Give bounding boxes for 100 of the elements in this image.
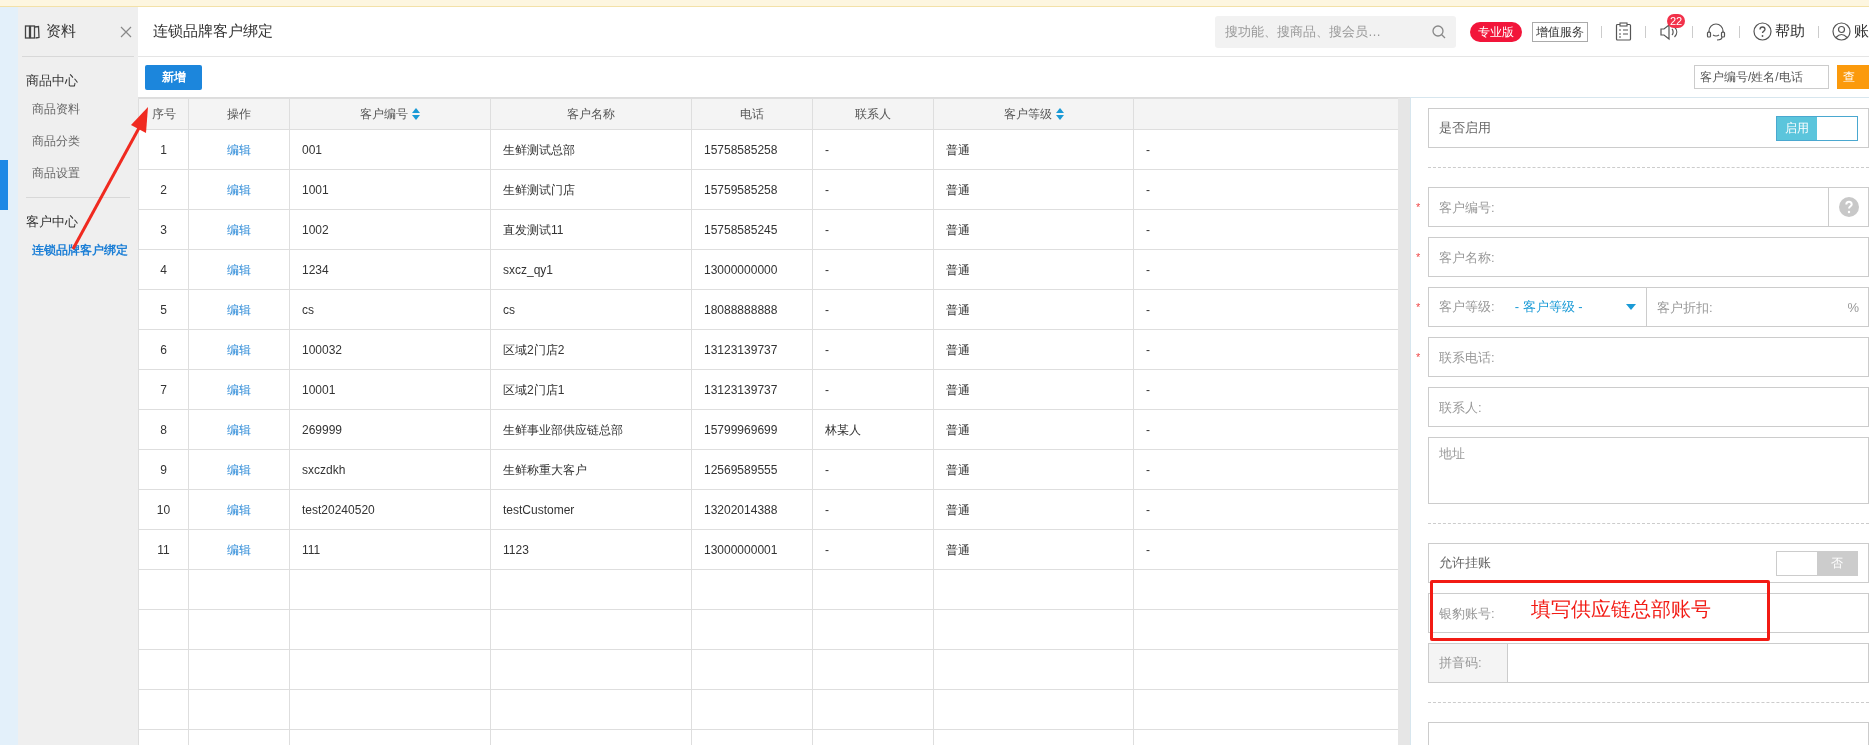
- edit-link[interactable]: 编辑: [227, 542, 251, 557]
- table-cell: 区域2门店1: [490, 369, 692, 410]
- table-cell: -: [812, 169, 934, 210]
- table-cell: 6: [138, 329, 189, 370]
- table-cell: 10: [138, 489, 189, 530]
- table-cell: -: [812, 209, 934, 250]
- edit-link[interactable]: 编辑: [227, 462, 251, 477]
- table-cell: 10001: [289, 369, 491, 410]
- group-title: 客户中心: [26, 213, 78, 232]
- select-field[interactable]: 客户等级: - 客户等级 -: [1428, 287, 1647, 327]
- textarea-field[interactable]: 地址: [1428, 437, 1869, 504]
- headset-icon: [1706, 22, 1726, 41]
- column-label: 电话: [740, 106, 764, 123]
- query-field[interactable]: 客户编号/姓名/电话: [1694, 65, 1829, 89]
- required-mark: *: [1416, 200, 1421, 215]
- annotation-text: 填写供应链总部账号: [1531, 597, 1711, 622]
- table-cell: 13123139737: [691, 369, 813, 410]
- sidebar-item[interactable]: 商品资料: [32, 93, 80, 125]
- table-cell: 直发测试11: [490, 209, 692, 250]
- table-cell: 4: [138, 249, 189, 290]
- edit-link[interactable]: 编辑: [227, 302, 251, 317]
- edit-link[interactable]: 编辑: [227, 502, 251, 517]
- table-cell: 269999: [289, 409, 491, 450]
- clipboard-icon: [1615, 22, 1632, 41]
- edit-link[interactable]: 编辑: [227, 182, 251, 197]
- required-mark: *: [1416, 300, 1421, 315]
- table-cell: 普通: [933, 449, 1134, 490]
- add-button[interactable]: 新增: [145, 64, 202, 90]
- table-cell: 1002: [289, 209, 491, 250]
- table-cell: -: [812, 289, 934, 330]
- dropdown-icon: [1626, 304, 1636, 310]
- column-label: 客户名称: [567, 106, 615, 123]
- table-cell: 15758585245: [691, 209, 813, 250]
- table-cell: 100032: [289, 329, 491, 370]
- table-cell: 普通: [933, 169, 1134, 210]
- sidebar-item[interactable]: 商品分类: [32, 125, 80, 157]
- table-cell: 9: [138, 449, 189, 490]
- edition-badge: 专业版: [1470, 21, 1522, 42]
- table-cell: 12569589555: [691, 449, 813, 490]
- sort-icon: [412, 108, 420, 120]
- edit-link[interactable]: 编辑: [227, 262, 251, 277]
- active-indicator: [0, 160, 8, 210]
- field-label: 拼音码:: [1428, 643, 1508, 683]
- table-cell: 区域2门店2: [490, 329, 692, 370]
- column-label: 客户等级: [1003, 106, 1052, 123]
- select-value: - 客户等级 -: [1514, 298, 1584, 317]
- account-link[interactable]: 账: [1832, 20, 1869, 43]
- table-cell: 15758585258: [691, 129, 813, 170]
- scrollbar[interactable]: [1398, 98, 1410, 745]
- edit-link[interactable]: 编辑: [227, 142, 251, 157]
- input-field[interactable]: 客户名称:: [1428, 237, 1869, 277]
- table-cell: 普通: [933, 249, 1134, 290]
- help-link[interactable]: 帮助: [1753, 20, 1805, 43]
- table-cell: 11: [138, 529, 189, 570]
- notification-badge: 22: [1667, 13, 1686, 28]
- input-field[interactable]: 联系电话:: [1428, 337, 1869, 377]
- table-cell: -: [812, 329, 934, 370]
- table-cell: 生鲜测试门店: [490, 169, 692, 210]
- table-cell: -: [812, 249, 934, 290]
- table-cell: cs: [289, 289, 491, 330]
- table-cell: 1001: [289, 169, 491, 210]
- table-cell: 普通: [933, 129, 1134, 170]
- edit-link[interactable]: 编辑: [227, 342, 251, 357]
- help-icon: [1838, 197, 1859, 217]
- unit-label: %: [1847, 299, 1859, 317]
- table-cell: 13123139737: [691, 329, 813, 370]
- help-icon: [1753, 22, 1772, 41]
- input-field[interactable]: [1508, 643, 1869, 683]
- search-field[interactable]: 搜功能、搜商品、搜会员…: [1215, 15, 1456, 48]
- table-cell: -: [812, 129, 934, 170]
- edit-link[interactable]: 编辑: [227, 222, 251, 237]
- table-cell: 普通: [933, 369, 1134, 410]
- toggle-switch[interactable]: 启用: [1776, 115, 1858, 141]
- help-button[interactable]: [1829, 187, 1869, 227]
- column-label: 序号: [151, 106, 176, 123]
- table-cell: 001: [289, 129, 491, 170]
- table-cell: -: [812, 449, 934, 490]
- input-field[interactable]: 联系人:: [1428, 387, 1869, 427]
- search-icon: [1432, 24, 1446, 39]
- edit-link[interactable]: 编辑: [227, 382, 251, 397]
- table-cell: 生鲜测试总部: [490, 129, 692, 170]
- column-label: 客户编号: [360, 106, 408, 123]
- edit-link[interactable]: 编辑: [227, 422, 251, 437]
- table-cell: 普通: [933, 329, 1134, 370]
- table-cell: testCustomer: [490, 489, 692, 530]
- table-cell: 生鲜称重大客户: [490, 449, 692, 490]
- required-mark: *: [1416, 350, 1421, 365]
- table-cell: -: [812, 529, 934, 570]
- input-field[interactable]: 客户编号:: [1428, 187, 1829, 227]
- book-icon: [24, 23, 40, 40]
- table-cell: 5: [138, 289, 189, 330]
- table-cell: 7: [138, 369, 189, 410]
- sidebar-item[interactable]: 商品设置: [32, 157, 80, 189]
- query-button[interactable]: 查: [1837, 65, 1869, 89]
- group-title: 商品中心: [26, 72, 78, 91]
- table-cell: test20240520: [289, 489, 491, 530]
- sidebar-title: 资料: [46, 21, 76, 42]
- sort-icon: [1055, 108, 1064, 120]
- table-cell: 普通: [933, 489, 1134, 530]
- service-button[interactable]: 增值服务: [1532, 21, 1588, 42]
